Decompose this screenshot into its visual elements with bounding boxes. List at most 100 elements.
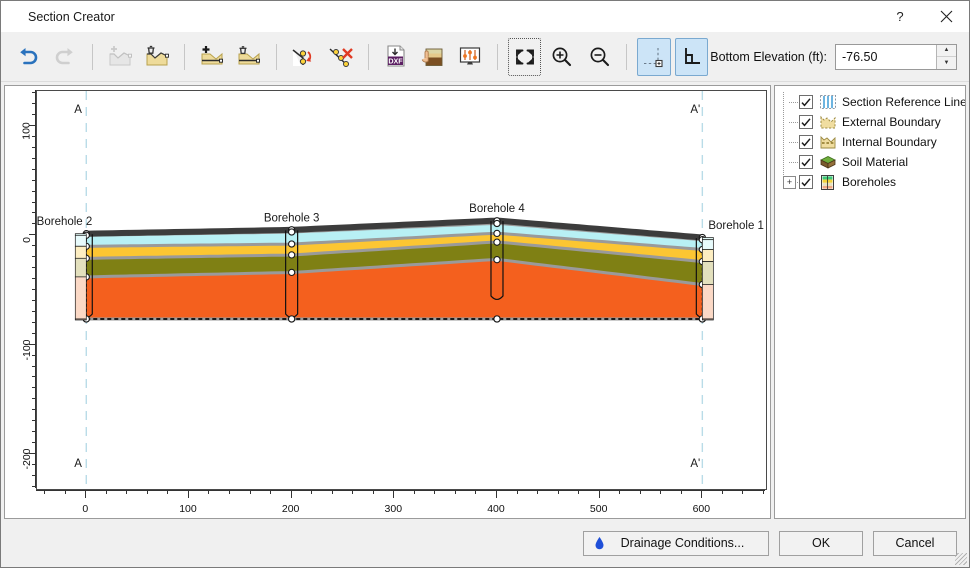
toolbar-separator-2 [184,44,185,70]
water-drop-icon [594,536,605,550]
layer-row[interactable]: Section Reference Lines [781,92,961,112]
toolbar-separator-4 [368,44,369,70]
layers-panel[interactable]: Section Reference LinesExternal Boundary… [774,85,966,519]
section-marker-label: A [74,104,82,116]
borehole-strata-strip [702,250,713,262]
y-axis: -200-1000100 [5,86,36,518]
y-tick-label: -100 [21,339,33,360]
show-axes-button[interactable] [675,38,709,76]
plot-area[interactable]: AAA'A'Borehole 2Borehole 3Borehole 4Bore… [36,90,767,490]
add-internal-boundary-button[interactable] [195,38,229,76]
section-marker-label: A' [690,458,700,470]
vertex-node [289,229,295,235]
resize-grip[interactable] [955,553,967,565]
delete-internal-boundary-button[interactable] [232,38,266,76]
layer-row[interactable]: External Boundary [781,112,961,132]
section-drawing[interactable]: AAA'A'Borehole 2Borehole 3Borehole 4Bore… [37,91,766,489]
layer-checkbox[interactable] [799,175,813,189]
zoom-all-icon [512,45,538,69]
spinner-down-button[interactable]: ▼ [937,57,956,69]
bottom-elevation-field[interactable]: ▲ ▼ [835,44,957,70]
layer-label: Boreholes [842,175,896,189]
spinner-up-button[interactable]: ▲ [937,45,956,58]
reference-lines-icon [819,95,836,110]
help-icon: ? [896,9,903,24]
add-vertex-button[interactable] [287,38,321,76]
zoom-in-button[interactable] [545,38,579,76]
borehole-strata-strip [75,246,86,258]
redo-button[interactable] [49,38,83,76]
close-button[interactable] [923,1,969,32]
window-title: Section Creator [28,10,115,24]
undo-button[interactable] [11,38,45,76]
vertex-node [494,316,500,322]
toolbar-separator-5 [497,44,498,70]
svg-text:DXF: DXF [389,56,404,65]
borehole-label: Borehole 3 [264,212,320,224]
zoom-out-button[interactable] [583,38,617,76]
delete-external-boundary-button[interactable] [140,38,174,76]
help-button[interactable]: ? [877,1,923,32]
add-external-boundary-icon [106,44,134,70]
dialog-footer: Drainage Conditions... OK Cancel [1,519,969,567]
zoom-in-icon [549,45,575,69]
zoom-all-button[interactable] [508,38,542,76]
borehole-strata-strip [75,277,86,319]
toolbar-separator-6 [626,44,627,70]
borehole-icon [819,175,836,190]
delete-vertex-icon [327,44,355,70]
tree-stub [789,122,798,123]
export-dxf-button[interactable]: DXF [379,38,413,76]
toolbar-separator-3 [276,44,277,70]
add-internal-boundary-icon [198,44,226,70]
layer-row[interactable]: + Boreholes [781,172,961,192]
soil-layers-icon [419,44,447,70]
close-icon [940,10,953,23]
x-tick-label: 400 [487,503,505,515]
x-tick-label: 100 [179,503,197,515]
layer-checkbox[interactable] [799,135,813,149]
display-options-button[interactable] [454,38,488,76]
layer-checkbox[interactable] [799,155,813,169]
layer-row[interactable]: Internal Boundary [781,132,961,152]
x-tick-label: 600 [693,503,711,515]
bottom-elevation-spinner[interactable]: ▲ ▼ [936,45,956,69]
soil-layers-button[interactable] [416,38,450,76]
borehole-strata-strip [702,240,713,250]
x-tick-label: 500 [590,503,608,515]
layers-tree: Section Reference LinesExternal Boundary… [775,86,965,192]
bottom-elevation-label: Bottom Elevation (ft): [710,50,827,64]
window-controls: ? [877,1,969,32]
soil-material-icon [819,155,836,170]
zoom-out-icon [587,45,613,69]
borehole-label: Borehole 1 [708,220,764,232]
x-tick-label: 0 [82,503,88,515]
ok-button[interactable]: OK [779,531,863,556]
content-area: -200-1000100 0100200300400500600 AAA'A'B… [1,82,969,519]
vertex-node [289,241,295,247]
display-options-icon [456,44,484,70]
cancel-button[interactable]: Cancel [873,531,957,556]
redo-icon [53,46,77,68]
layer-row[interactable]: Soil Material [781,152,961,172]
bottom-elevation-input[interactable] [836,45,936,69]
delete-vertex-button[interactable] [324,38,358,76]
add-external-boundary-button[interactable] [103,38,137,76]
snap-to-grid-button[interactable] [637,38,671,76]
x-axis: 0100200300400500600 [5,490,770,518]
toolbar: DXF [1,32,969,82]
expand-boreholes-button[interactable]: + [783,176,796,189]
tree-stub [789,142,798,143]
layer-checkbox[interactable] [799,115,813,129]
drainage-conditions-button[interactable]: Drainage Conditions... [583,531,769,556]
section-marker-label: A' [690,104,700,116]
y-tick-label: 100 [21,122,33,140]
vertex-node [289,316,295,322]
borehole-strata-strip [75,319,86,320]
borehole-strata-strip [75,258,86,277]
bottom-elevation-group: Bottom Elevation (ft): ▲ ▼ [710,44,957,70]
layer-label: Soil Material [842,155,908,169]
y-tick-label: 0 [21,237,33,243]
cross-section-view[interactable]: -200-1000100 0100200300400500600 AAA'A'B… [4,85,771,519]
layer-checkbox[interactable] [799,95,813,109]
